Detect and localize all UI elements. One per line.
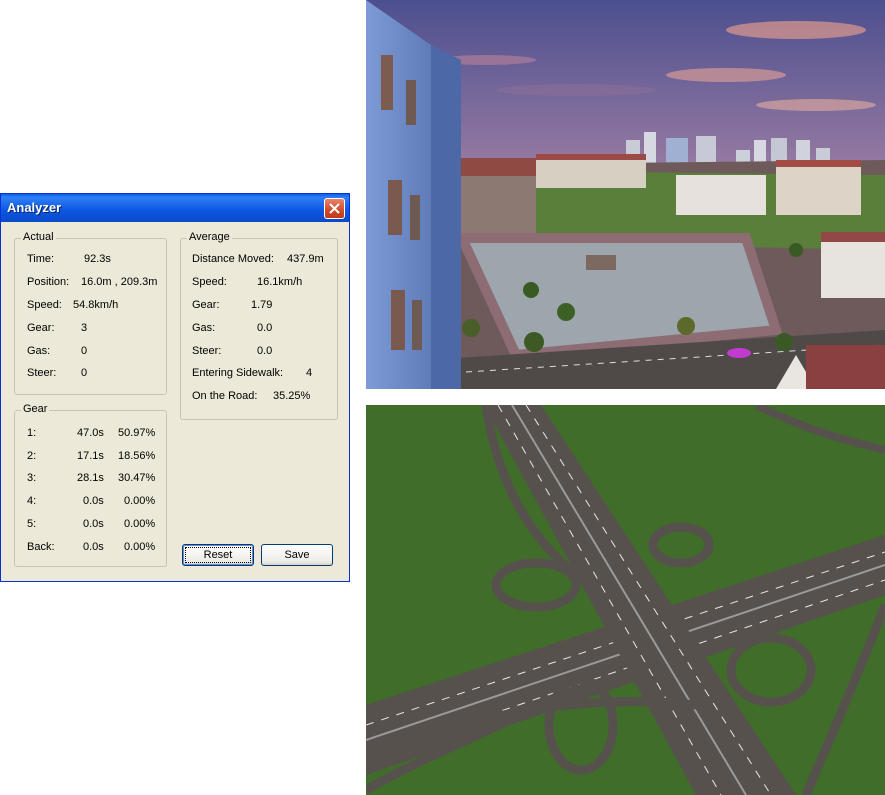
average-distance-value: 437.9m xyxy=(287,253,324,265)
save-button[interactable]: Save xyxy=(261,544,333,566)
gear-4-percent: 0.00% xyxy=(124,495,156,507)
gear-2-label: 2: xyxy=(27,450,37,462)
gear-1-label: 1: xyxy=(27,427,37,439)
interchange-scene-image xyxy=(366,405,885,795)
actual-gear-label: Gear: xyxy=(27,322,55,334)
actual-time-label: Time: xyxy=(27,253,55,265)
average-sidewalk-value: 4 xyxy=(306,367,313,379)
actual-position-value: 16.0m , 209.3m xyxy=(81,276,158,288)
reset-button-label: Reset xyxy=(184,547,252,563)
gear-back-label: Back: xyxy=(27,541,55,553)
gear-group: Gear 1: 47.0s 50.97% 2: 17.1s 18.56% 3: … xyxy=(14,403,167,567)
reset-button[interactable]: Reset xyxy=(182,544,254,566)
average-steer-value: 0.0 xyxy=(257,345,273,357)
gear-2-time: 17.1s xyxy=(77,450,104,462)
average-speed-value: 16.1km/h xyxy=(257,276,303,288)
average-group: Average Distance Moved: 437.9m Speed: 16… xyxy=(180,231,338,420)
average-sidewalk-label: Entering Sidewalk: xyxy=(192,367,284,379)
dialog-client: Actual Time: 92.3s Position: 16.0m , 209… xyxy=(4,222,346,578)
gear-2-percent: 18.56% xyxy=(118,450,156,462)
actual-group: Actual Time: 92.3s Position: 16.0m , 209… xyxy=(14,231,167,395)
save-button-label: Save xyxy=(284,549,310,561)
city-scene-image xyxy=(366,0,885,389)
gear-3-time: 28.1s xyxy=(77,472,104,484)
actual-speed-value: 54.8km/h xyxy=(73,299,119,311)
gear-back-percent: 0.00% xyxy=(124,541,156,553)
average-gas-label: Gas: xyxy=(192,322,216,334)
gear-group-title: Gear xyxy=(21,403,50,415)
city-3d-view[interactable] xyxy=(366,0,885,389)
gear-4-label: 4: xyxy=(27,495,37,507)
actual-gas-label: Gas: xyxy=(27,345,51,357)
actual-gear-value: 3 xyxy=(81,322,88,334)
gear-1-time: 47.0s xyxy=(77,427,104,439)
actual-steer-value: 0 xyxy=(81,367,88,379)
title-bar[interactable]: Analyzer xyxy=(1,194,349,222)
analyzer-window: Analyzer Actual Time: 92.3s Position: 16… xyxy=(0,193,350,582)
average-speed-label: Speed: xyxy=(192,276,227,288)
average-gear-value: 1.79 xyxy=(251,299,273,311)
gear-5-time: 0.0s xyxy=(83,518,104,530)
interchange-3d-view[interactable] xyxy=(366,405,885,795)
actual-steer-label: Steer: xyxy=(27,367,57,379)
actual-position-label: Position: xyxy=(27,276,70,288)
average-steer-label: Steer: xyxy=(192,345,222,357)
actual-speed-label: Speed: xyxy=(27,299,62,311)
actual-time-value: 92.3s xyxy=(84,253,111,265)
close-button[interactable] xyxy=(324,198,345,219)
window-title: Analyzer xyxy=(7,200,62,215)
gear-4-time: 0.0s xyxy=(83,495,104,507)
gear-3-percent: 30.47% xyxy=(118,472,156,484)
average-on-road-value: 35.25% xyxy=(273,390,311,402)
actual-gas-value: 0 xyxy=(81,345,88,357)
average-gear-label: Gear: xyxy=(192,299,220,311)
average-group-title: Average xyxy=(187,231,232,243)
close-icon xyxy=(329,203,340,214)
gear-5-label: 5: xyxy=(27,518,37,530)
actual-group-title: Actual xyxy=(21,231,56,243)
average-gas-value: 0.0 xyxy=(257,322,273,334)
gear-back-time: 0.0s xyxy=(83,541,104,553)
gear-5-percent: 0.00% xyxy=(124,518,156,530)
gear-1-percent: 50.97% xyxy=(118,427,156,439)
average-distance-label: Distance Moved: xyxy=(192,253,274,265)
average-on-road-label: On the Road: xyxy=(192,390,258,402)
gear-3-label: 3: xyxy=(27,472,37,484)
